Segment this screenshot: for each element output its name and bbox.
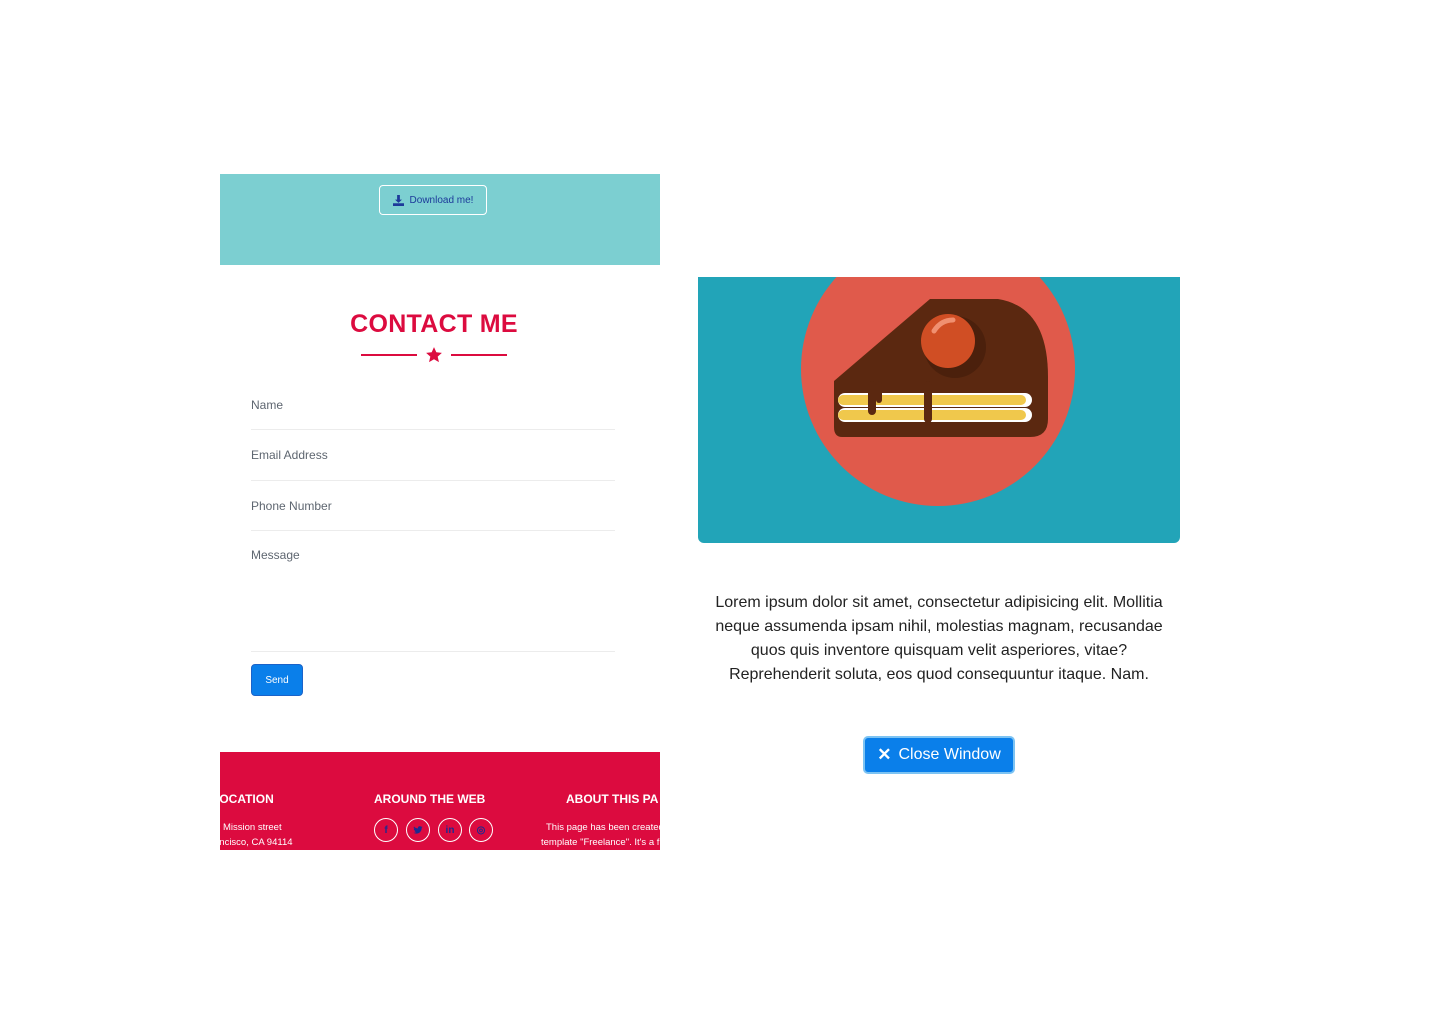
name-placeholder: Name — [251, 398, 284, 412]
download-section: Download me! — [220, 174, 660, 265]
linkedin-icon[interactable]: in — [438, 818, 462, 842]
download-button[interactable]: Download me! — [379, 185, 487, 215]
message-field[interactable]: Message — [251, 548, 615, 652]
facebook-icon[interactable]: f — [374, 818, 398, 842]
email-field[interactable]: Email Address — [251, 448, 615, 481]
close-icon: ✕ — [877, 745, 892, 764]
footer-location-heading: LOCATION — [220, 792, 274, 806]
portfolio-page-preview: Download me! CONTACT ME Name Email Addre… — [220, 174, 660, 850]
contact-title: CONTACT ME — [350, 310, 518, 338]
modal-body-text: Lorem ipsum dolor sit amet, consectetur … — [715, 594, 1163, 683]
star-icon — [426, 347, 442, 363]
phone-placeholder: Phone Number — [251, 499, 332, 513]
star-divider — [361, 346, 507, 364]
dribbble-icon[interactable]: ◎ — [469, 818, 493, 842]
close-window-button[interactable]: ✕ Close Window — [863, 736, 1015, 774]
message-placeholder: Message — [251, 548, 300, 562]
modal-image — [698, 277, 1180, 543]
footer-about-line1: This page has been created — [546, 822, 660, 833]
footer-address-line1: Mission street — [223, 822, 282, 833]
footer-web-heading: AROUND THE WEB — [374, 792, 486, 806]
twitter-icon[interactable] — [406, 818, 430, 842]
cake-icon — [801, 277, 1075, 506]
name-field[interactable]: Name — [251, 398, 615, 430]
close-window-label: Close Window — [898, 746, 1001, 763]
footer: LOCATION Mission street ancisco, CA 9411… — [220, 752, 660, 850]
send-button[interactable]: Send — [251, 664, 303, 696]
footer-about-line2: template "Freelance". It's a f — [541, 837, 660, 848]
phone-field[interactable]: Phone Number — [251, 499, 615, 531]
footer-about-heading: ABOUT THIS PA — [566, 792, 659, 806]
footer-address-line2: ancisco, CA 94114 — [220, 837, 293, 848]
download-label: Download me! — [409, 194, 474, 206]
email-placeholder: Email Address — [251, 448, 328, 462]
download-icon — [392, 194, 404, 206]
